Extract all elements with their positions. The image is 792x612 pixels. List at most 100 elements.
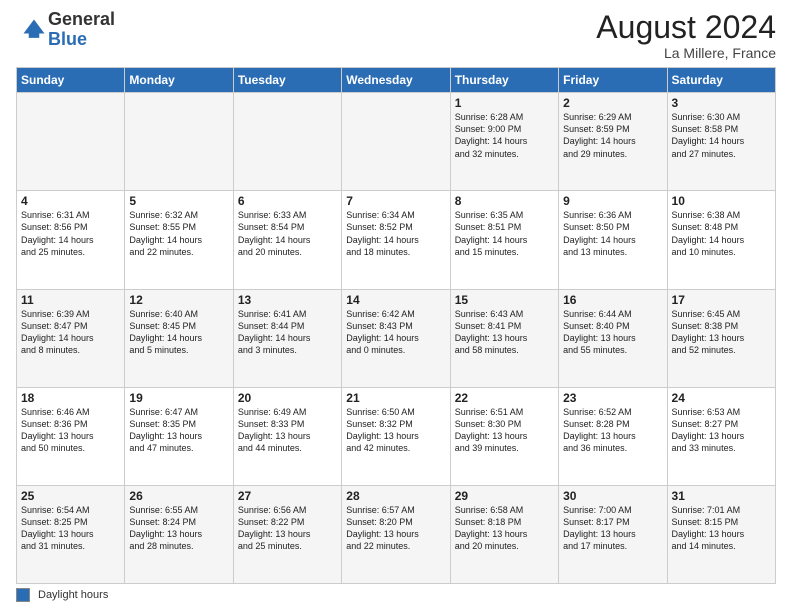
calendar-cell: 23Sunrise: 6:52 AM Sunset: 8:28 PM Dayli… [559, 387, 667, 485]
day-number: 19 [129, 391, 228, 405]
cell-text: Sunrise: 6:58 AM Sunset: 8:18 PM Dayligh… [455, 504, 554, 553]
cell-text: Sunrise: 6:45 AM Sunset: 8:38 PM Dayligh… [672, 308, 771, 357]
cell-text: Sunrise: 7:01 AM Sunset: 8:15 PM Dayligh… [672, 504, 771, 553]
calendar-cell: 18Sunrise: 6:46 AM Sunset: 8:36 PM Dayli… [17, 387, 125, 485]
legend-box [16, 588, 30, 602]
day-number: 13 [238, 293, 337, 307]
calendar-cell: 12Sunrise: 6:40 AM Sunset: 8:45 PM Dayli… [125, 289, 233, 387]
logo-blue: Blue [48, 30, 115, 50]
calendar-cell: 13Sunrise: 6:41 AM Sunset: 8:44 PM Dayli… [233, 289, 341, 387]
logo-icon [20, 16, 48, 44]
calendar-cell: 14Sunrise: 6:42 AM Sunset: 8:43 PM Dayli… [342, 289, 450, 387]
day-number: 21 [346, 391, 445, 405]
day-number: 29 [455, 489, 554, 503]
day-number: 30 [563, 489, 662, 503]
calendar-week-row: 18Sunrise: 6:46 AM Sunset: 8:36 PM Dayli… [17, 387, 776, 485]
calendar-cell: 9Sunrise: 6:36 AM Sunset: 8:50 PM Daylig… [559, 191, 667, 289]
day-number: 27 [238, 489, 337, 503]
calendar-cell: 5Sunrise: 6:32 AM Sunset: 8:55 PM Daylig… [125, 191, 233, 289]
header-day: Wednesday [342, 68, 450, 93]
day-number: 17 [672, 293, 771, 307]
calendar-cell: 1Sunrise: 6:28 AM Sunset: 9:00 PM Daylig… [450, 93, 558, 191]
calendar-cell: 28Sunrise: 6:57 AM Sunset: 8:20 PM Dayli… [342, 485, 450, 583]
legend-label: Daylight hours [38, 589, 108, 601]
day-number: 11 [21, 293, 120, 307]
header-day: Sunday [17, 68, 125, 93]
header-day: Monday [125, 68, 233, 93]
day-number: 10 [672, 194, 771, 208]
title-block: August 2024 La Millere, France [596, 10, 776, 61]
calendar-cell: 19Sunrise: 6:47 AM Sunset: 8:35 PM Dayli… [125, 387, 233, 485]
cell-text: Sunrise: 6:44 AM Sunset: 8:40 PM Dayligh… [563, 308, 662, 357]
day-number: 26 [129, 489, 228, 503]
calendar-cell: 16Sunrise: 6:44 AM Sunset: 8:40 PM Dayli… [559, 289, 667, 387]
cell-text: Sunrise: 6:42 AM Sunset: 8:43 PM Dayligh… [346, 308, 445, 357]
cell-text: Sunrise: 6:46 AM Sunset: 8:36 PM Dayligh… [21, 406, 120, 455]
page: General Blue August 2024 La Millere, Fra… [0, 0, 792, 612]
calendar-body: 1Sunrise: 6:28 AM Sunset: 9:00 PM Daylig… [17, 93, 776, 584]
cell-text: Sunrise: 6:43 AM Sunset: 8:41 PM Dayligh… [455, 308, 554, 357]
day-number: 1 [455, 96, 554, 110]
calendar-header: SundayMondayTuesdayWednesdayThursdayFrid… [17, 68, 776, 93]
cell-text: Sunrise: 6:39 AM Sunset: 8:47 PM Dayligh… [21, 308, 120, 357]
day-number: 31 [672, 489, 771, 503]
cell-text: Sunrise: 6:28 AM Sunset: 9:00 PM Dayligh… [455, 111, 554, 160]
calendar-cell: 3Sunrise: 6:30 AM Sunset: 8:58 PM Daylig… [667, 93, 775, 191]
calendar-cell [125, 93, 233, 191]
cell-text: Sunrise: 6:34 AM Sunset: 8:52 PM Dayligh… [346, 209, 445, 258]
cell-text: Sunrise: 6:38 AM Sunset: 8:48 PM Dayligh… [672, 209, 771, 258]
calendar-cell: 27Sunrise: 6:56 AM Sunset: 8:22 PM Dayli… [233, 485, 341, 583]
cell-text: Sunrise: 6:31 AM Sunset: 8:56 PM Dayligh… [21, 209, 120, 258]
calendar-table: SundayMondayTuesdayWednesdayThursdayFrid… [16, 67, 776, 584]
header-day: Saturday [667, 68, 775, 93]
day-number: 2 [563, 96, 662, 110]
calendar-cell: 29Sunrise: 6:58 AM Sunset: 8:18 PM Dayli… [450, 485, 558, 583]
calendar-week-row: 4Sunrise: 6:31 AM Sunset: 8:56 PM Daylig… [17, 191, 776, 289]
logo-general: General [48, 10, 115, 30]
cell-text: Sunrise: 6:49 AM Sunset: 8:33 PM Dayligh… [238, 406, 337, 455]
day-number: 23 [563, 391, 662, 405]
header: General Blue August 2024 La Millere, Fra… [16, 10, 776, 61]
calendar-cell: 30Sunrise: 7:00 AM Sunset: 8:17 PM Dayli… [559, 485, 667, 583]
day-number: 9 [563, 194, 662, 208]
day-number: 18 [21, 391, 120, 405]
cell-text: Sunrise: 6:30 AM Sunset: 8:58 PM Dayligh… [672, 111, 771, 160]
calendar-cell: 21Sunrise: 6:50 AM Sunset: 8:32 PM Dayli… [342, 387, 450, 485]
cell-text: Sunrise: 6:40 AM Sunset: 8:45 PM Dayligh… [129, 308, 228, 357]
header-day: Friday [559, 68, 667, 93]
calendar-cell: 6Sunrise: 6:33 AM Sunset: 8:54 PM Daylig… [233, 191, 341, 289]
calendar-cell: 24Sunrise: 6:53 AM Sunset: 8:27 PM Dayli… [667, 387, 775, 485]
calendar-cell: 15Sunrise: 6:43 AM Sunset: 8:41 PM Dayli… [450, 289, 558, 387]
calendar-cell: 2Sunrise: 6:29 AM Sunset: 8:59 PM Daylig… [559, 93, 667, 191]
cell-text: Sunrise: 6:36 AM Sunset: 8:50 PM Dayligh… [563, 209, 662, 258]
day-number: 6 [238, 194, 337, 208]
day-number: 14 [346, 293, 445, 307]
cell-text: Sunrise: 6:51 AM Sunset: 8:30 PM Dayligh… [455, 406, 554, 455]
calendar-cell: 4Sunrise: 6:31 AM Sunset: 8:56 PM Daylig… [17, 191, 125, 289]
calendar-cell: 20Sunrise: 6:49 AM Sunset: 8:33 PM Dayli… [233, 387, 341, 485]
logo: General Blue [16, 10, 115, 50]
day-number: 3 [672, 96, 771, 110]
calendar-cell: 17Sunrise: 6:45 AM Sunset: 8:38 PM Dayli… [667, 289, 775, 387]
calendar-cell [233, 93, 341, 191]
cell-text: Sunrise: 6:47 AM Sunset: 8:35 PM Dayligh… [129, 406, 228, 455]
footer: Daylight hours [16, 588, 776, 602]
cell-text: Sunrise: 6:55 AM Sunset: 8:24 PM Dayligh… [129, 504, 228, 553]
cell-text: Sunrise: 6:52 AM Sunset: 8:28 PM Dayligh… [563, 406, 662, 455]
calendar-week-row: 25Sunrise: 6:54 AM Sunset: 8:25 PM Dayli… [17, 485, 776, 583]
calendar-cell: 22Sunrise: 6:51 AM Sunset: 8:30 PM Dayli… [450, 387, 558, 485]
header-day: Tuesday [233, 68, 341, 93]
calendar-cell: 26Sunrise: 6:55 AM Sunset: 8:24 PM Dayli… [125, 485, 233, 583]
calendar-cell: 25Sunrise: 6:54 AM Sunset: 8:25 PM Dayli… [17, 485, 125, 583]
cell-text: Sunrise: 6:50 AM Sunset: 8:32 PM Dayligh… [346, 406, 445, 455]
day-number: 5 [129, 194, 228, 208]
day-number: 8 [455, 194, 554, 208]
header-row: SundayMondayTuesdayWednesdayThursdayFrid… [17, 68, 776, 93]
cell-text: Sunrise: 6:41 AM Sunset: 8:44 PM Dayligh… [238, 308, 337, 357]
calendar-cell [17, 93, 125, 191]
calendar-cell: 31Sunrise: 7:01 AM Sunset: 8:15 PM Dayli… [667, 485, 775, 583]
day-number: 7 [346, 194, 445, 208]
cell-text: Sunrise: 6:29 AM Sunset: 8:59 PM Dayligh… [563, 111, 662, 160]
calendar-cell: 10Sunrise: 6:38 AM Sunset: 8:48 PM Dayli… [667, 191, 775, 289]
day-number: 24 [672, 391, 771, 405]
